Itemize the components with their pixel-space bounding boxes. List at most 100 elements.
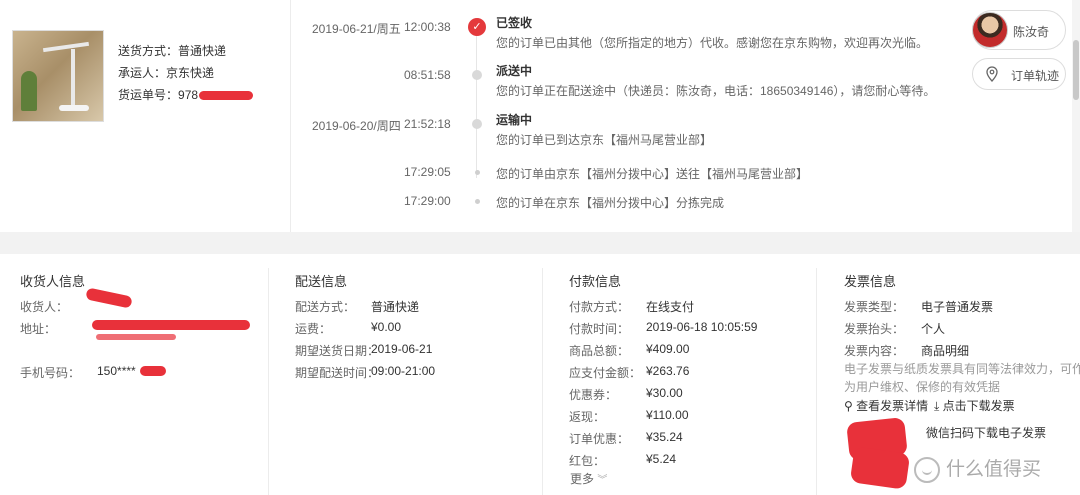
shipping-method-value: 普通快递 bbox=[178, 44, 227, 58]
delivery-row-value: 普通快递 bbox=[371, 300, 420, 314]
timeline-track bbox=[476, 28, 477, 178]
invoice-row: 发票抬头： 个人 bbox=[844, 320, 945, 337]
payment-row: 应支付金额： ¥263.76 bbox=[569, 364, 689, 381]
phone-value: 150**** bbox=[97, 364, 136, 378]
search-icon: ⚲ bbox=[844, 399, 853, 413]
redaction-mark bbox=[85, 287, 133, 309]
delivery-row-label: 配送方式： bbox=[295, 300, 356, 314]
order-track-button[interactable]: 订单轨迹 bbox=[972, 58, 1066, 90]
phone-label: 手机号码： bbox=[20, 366, 81, 380]
timeline-item: 2019-06-21/周五 12:00:38 ✓ 已签收 您的订单已由其他（您所… bbox=[300, 16, 960, 50]
address-label: 地址： bbox=[20, 322, 57, 336]
more-label: 更多 bbox=[570, 472, 595, 486]
payment-row-value: ¥263.76 bbox=[646, 364, 690, 378]
carrier-value: 京东快递 bbox=[166, 66, 215, 80]
timeline-status: 派送中 bbox=[496, 64, 533, 78]
tracking-value: 978 bbox=[178, 88, 199, 102]
lamp-pole-shape bbox=[71, 49, 75, 107]
payment-row-label: 返现： bbox=[569, 410, 606, 424]
recipient-name-row: 收货人： bbox=[20, 287, 133, 315]
scrollbar[interactable] bbox=[1072, 0, 1080, 232]
delivery-row-value: ¥0.00 bbox=[371, 320, 402, 334]
order-track-label: 订单轨迹 bbox=[1011, 69, 1060, 83]
payment-row: 优惠券： ¥30.00 bbox=[569, 386, 683, 403]
lamp-base-shape bbox=[59, 105, 89, 111]
payment-row-label: 应支付金额： bbox=[569, 366, 642, 380]
delivery-row-label: 期望送货日期： bbox=[295, 344, 380, 358]
redaction-mark bbox=[849, 446, 911, 490]
delivery-section: 配送信息 配送方式： 普通快递 运费： ¥0.00 期望送货日期： 2019-06-2… bbox=[275, 254, 545, 495]
payment-row-label: 红包： bbox=[569, 454, 606, 468]
more-link[interactable]: 更多 ︾ bbox=[570, 470, 607, 487]
timeline-dot-icon bbox=[475, 170, 480, 175]
delivery-row: 期望送货日期： 2019-06-21 bbox=[295, 342, 432, 359]
payment-row: 付款时间： 2019-06-18 10:05:59 bbox=[569, 320, 757, 337]
payment-row-label: 优惠券： bbox=[569, 388, 618, 402]
lamp-arm-shape bbox=[42, 41, 90, 53]
timeline-dot-icon bbox=[472, 70, 482, 80]
timeline-time: 17:29:05 bbox=[404, 165, 451, 179]
recipient-section: 收货人信息 收货人： 地址： 手机号码： 150**** bbox=[0, 254, 270, 495]
section-title: 付款信息 bbox=[569, 274, 622, 289]
timeline-item: 17:29:00 您的订单在京东【福州分拨中心】分拣完成 bbox=[300, 194, 960, 224]
payment-row: 付款方式： 在线支付 bbox=[569, 298, 694, 315]
payment-row: 红包： ¥5.24 bbox=[569, 452, 676, 469]
timeline-time: 12:00:38 bbox=[404, 20, 451, 34]
column-divider bbox=[542, 268, 543, 495]
payment-row-value: ¥30.00 bbox=[646, 386, 683, 400]
site-watermark: 什么值得买 bbox=[914, 454, 1041, 483]
courier-name: 陈汝奇 bbox=[1013, 25, 1050, 39]
location-pin-icon bbox=[986, 66, 998, 82]
section-title: 发票信息 bbox=[844, 274, 897, 289]
payment-row-value: 在线支付 bbox=[646, 300, 695, 314]
invoice-qr-code bbox=[846, 417, 914, 490]
payment-row-value: ¥5.24 bbox=[646, 452, 677, 466]
payment-row: 订单优惠： ¥35.24 bbox=[569, 430, 683, 447]
timeline-dot-icon bbox=[475, 199, 480, 204]
view-invoice-link[interactable]: ⚲ 查看发票详情 bbox=[844, 397, 928, 414]
payment-section: 付款信息 付款方式： 在线支付 付款时间： 2019-06-18 10:05:59 … bbox=[549, 254, 819, 495]
payment-row: 返现： ¥110.00 bbox=[569, 408, 689, 425]
shipping-method-row: 送货方式：普通快递 bbox=[118, 40, 253, 62]
tracking-row: 货运单号：978 bbox=[118, 84, 254, 106]
courier-avatar bbox=[972, 12, 1008, 48]
timeline-status: 运输中 bbox=[496, 113, 533, 127]
payment-row-value: ¥110.00 bbox=[646, 408, 689, 422]
product-thumbnail[interactable] bbox=[12, 30, 104, 122]
chevron-down-icon: ︾ bbox=[597, 475, 608, 486]
invoice-row-value: 电子普通发票 bbox=[921, 300, 994, 314]
section-title: 配送信息 bbox=[295, 274, 348, 289]
carrier-row: 承运人：京东快递 bbox=[118, 62, 253, 84]
delivery-row-value: 2019-06-21 bbox=[371, 342, 433, 356]
recipient-name-label: 收货人： bbox=[20, 300, 69, 314]
payment-row-label: 订单优惠： bbox=[569, 432, 630, 446]
timeline-time: 21:52:18 bbox=[404, 117, 451, 131]
redaction-mark bbox=[92, 320, 250, 330]
download-icon: ⤓ bbox=[934, 399, 940, 413]
wechat-download-label: 微信扫码下载电子发票 bbox=[926, 426, 1047, 440]
timeline-text: 您的订单已到达京东【福州马尾营业部】 bbox=[496, 133, 713, 147]
payment-row-value: ¥35.24 bbox=[646, 430, 683, 444]
timeline-date: 2019-06-20/周四 bbox=[312, 119, 401, 133]
invoice-row-value: 个人 bbox=[921, 322, 946, 336]
plant-shape bbox=[21, 71, 37, 111]
timeline-item: 17:29:05 您的订单由京东【福州分拨中心】送往【福州马尾营业部】 bbox=[300, 165, 960, 195]
timeline-time: 08:51:58 bbox=[404, 68, 451, 82]
payment-row-label: 付款时间： bbox=[569, 322, 630, 336]
divider bbox=[290, 0, 291, 232]
timeline-text: 您的订单在京东【福州分拨中心】分拣完成 bbox=[496, 196, 725, 210]
shipment-panel: 送货方式：普通快递 承运人：京东快递 货运单号：978 2019-06-21/周… bbox=[0, 0, 1080, 232]
section-title: 收货人信息 bbox=[20, 274, 86, 289]
timeline-item: 2019-06-20/周四 21:52:18 运输中 您的订单已到达京东【福州马… bbox=[300, 113, 960, 147]
column-divider bbox=[816, 268, 817, 495]
courier-button[interactable]: 陈汝奇 bbox=[972, 10, 1066, 50]
invoice-row: 发票内容： 商品明细 bbox=[844, 342, 969, 359]
watermark-text: 什么值得买 bbox=[946, 459, 1042, 480]
scrollbar-thumb[interactable] bbox=[1073, 40, 1079, 100]
column-divider bbox=[268, 268, 269, 495]
download-invoice-link[interactable]: ⤓ 点击下载发票 bbox=[934, 397, 1015, 414]
delivery-row: 运费： ¥0.00 bbox=[295, 320, 401, 337]
timeline-status: 已签收 bbox=[496, 16, 533, 30]
invoice-row-label: 发票内容： bbox=[844, 344, 905, 358]
payment-row-value: ¥409.00 bbox=[646, 342, 690, 356]
